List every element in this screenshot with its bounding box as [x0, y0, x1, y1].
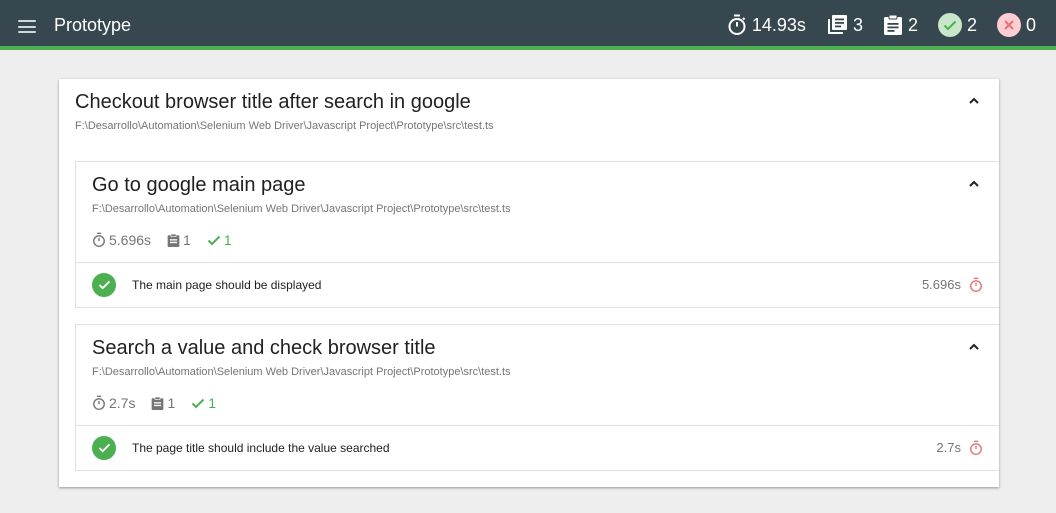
- assertion-duration: 2.7s: [936, 440, 961, 455]
- passed-stat[interactable]: 2: [937, 13, 977, 37]
- passed-count: 2: [966, 14, 977, 35]
- collapse-chevron-icon[interactable]: [967, 96, 981, 106]
- menu-icon[interactable]: [18, 20, 36, 33]
- collapse-chevron-icon[interactable]: [967, 342, 981, 352]
- timer-icon: [728, 14, 746, 35]
- test-count: 1: [151, 395, 175, 411]
- test-stats: 5.696s 1 1: [92, 232, 248, 248]
- assertion-duration: 5.696s: [921, 277, 961, 292]
- suites-stat: 3: [826, 14, 863, 36]
- test-stats: 2.7s 1 1: [92, 395, 232, 411]
- test-count-value: 1: [167, 395, 176, 411]
- passed-check-icon: [937, 13, 962, 37]
- check-icon: [207, 235, 221, 245]
- failed-x-icon: [996, 13, 1021, 37]
- failed-count: 0: [1025, 14, 1036, 35]
- timer-icon: [93, 232, 105, 247]
- test-file-path: F:\Desarrollo\Automation\Selenium Web Dr…: [92, 203, 511, 215]
- timer-icon: [93, 395, 105, 410]
- timer-icon: [970, 440, 982, 455]
- app-title: Prototype: [54, 15, 132, 35]
- test-passed: 1: [207, 232, 232, 248]
- test-title: Search a value and check browser title: [92, 337, 436, 359]
- library-books-icon: [827, 15, 847, 34]
- test-file-path: F:\Desarrollo\Automation\Selenium Web Dr…: [92, 366, 511, 378]
- tests-count: 2: [907, 14, 918, 35]
- test-duration-value: 2.7s: [109, 395, 136, 411]
- test-card: Search a value and check browser title F…: [75, 324, 999, 471]
- passed-check-icon: [92, 436, 116, 460]
- test-passed-value: 1: [208, 395, 217, 411]
- tests-stat: 2: [883, 14, 918, 36]
- assertion-row[interactable]: The main page should be displayed 5.696s: [76, 262, 999, 307]
- summary-stats: 14.93s 3 2 2 0: [727, 0, 1056, 50]
- assertion-text: The page title should include the value …: [132, 441, 390, 455]
- suite-card: Checkout browser title after search in g…: [59, 79, 999, 487]
- duration-stat: 14.93s: [727, 14, 806, 36]
- test-passed-value: 1: [223, 232, 232, 248]
- assertion-text: The main page should be displayed: [132, 278, 322, 292]
- assertion-row[interactable]: The page title should include the value …: [76, 425, 999, 470]
- assignment-icon: [883, 14, 902, 35]
- app-header: Prototype 14.93s 3 2 2 0: [0, 0, 1056, 50]
- suite-file-path: F:\Desarrollo\Automation\Selenium Web Dr…: [75, 120, 494, 132]
- test-duration: 5.696s: [92, 232, 151, 248]
- passed-check-icon: [92, 273, 116, 297]
- failed-stat[interactable]: 0: [996, 13, 1036, 37]
- test-duration-value: 5.696s: [109, 232, 152, 248]
- test-duration: 2.7s: [92, 395, 135, 411]
- timer-icon: [970, 277, 982, 292]
- test-passed: 1: [191, 395, 216, 411]
- assignment-icon: [152, 396, 164, 410]
- test-count-value: 1: [183, 232, 191, 248]
- check-icon: [192, 398, 205, 408]
- suites-count: 3: [852, 14, 863, 35]
- suite-title: Checkout browser title after search in g…: [75, 91, 471, 113]
- collapse-chevron-icon[interactable]: [967, 179, 981, 189]
- test-count: 1: [167, 232, 191, 248]
- test-card: Go to google main page F:\Desarrollo\Aut…: [75, 161, 999, 308]
- test-title: Go to google main page: [92, 174, 306, 196]
- duration-value: 14.93s: [751, 14, 806, 35]
- assignment-icon: [167, 233, 180, 247]
